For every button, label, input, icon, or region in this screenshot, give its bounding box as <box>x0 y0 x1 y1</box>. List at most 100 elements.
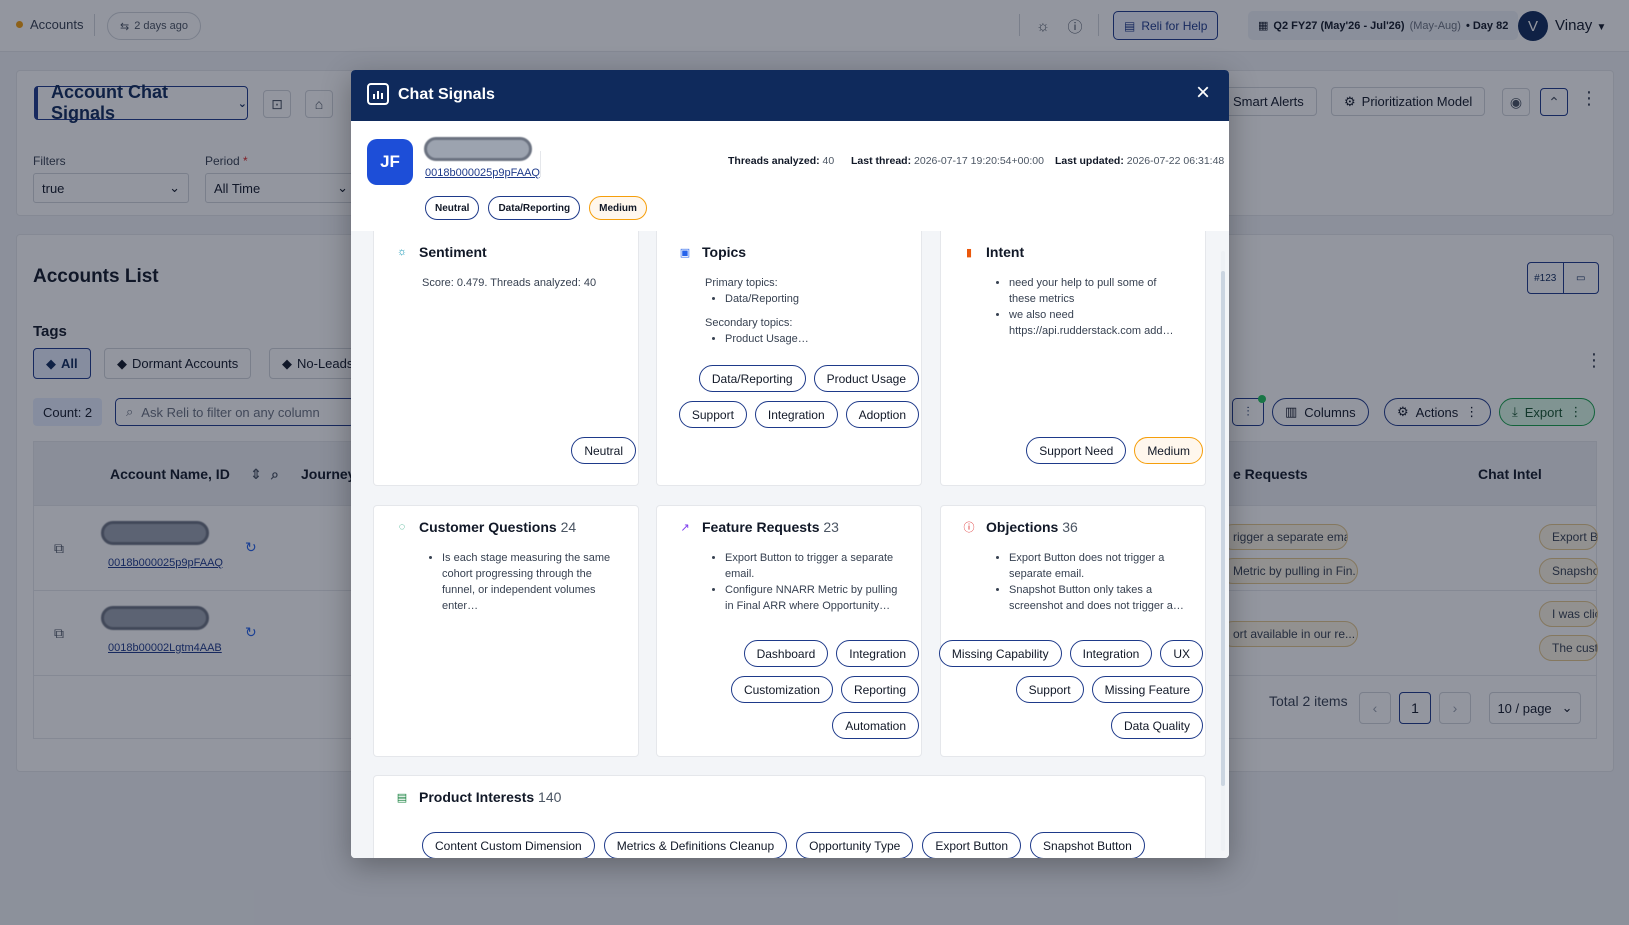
feature-request-item: Configure NNARR Metric by pulling in Fin… <box>725 582 900 614</box>
bar-chart-icon: ▮ <box>965 246 973 259</box>
last-thread: Last thread: 2026-07-17 19:20:54+00:00 <box>851 155 1044 167</box>
objection-item: Snapshot Button only takes a screenshot … <box>1009 582 1184 614</box>
intent-chips: Support Need Medium <box>935 437 1203 464</box>
modal-body[interactable]: ☼ Sentiment Score: 0.479. Threads analyz… <box>351 231 1229 858</box>
alert-icon: ⓘ <box>963 522 975 534</box>
intent-text: need your help to pull some of these met… <box>989 275 1184 339</box>
chip[interactable]: Integration <box>1069 640 1153 667</box>
account-avatar: JF <box>367 139 413 185</box>
chat-chart-icon <box>367 83 389 105</box>
card-title: Topics <box>702 244 747 260</box>
card-title-text: Product Interests <box>419 789 535 805</box>
last-thread-label: Last thread: <box>851 155 912 167</box>
intent-item: we also need https://api.rudderstack.com… <box>1009 307 1184 339</box>
chip[interactable]: Missing Feature <box>1091 676 1203 703</box>
close-icon[interactable]: × <box>1191 81 1215 106</box>
customer-questions-card: ◌ Customer Questions 24 Is each stage me… <box>373 505 639 757</box>
chip[interactable]: UX <box>1160 640 1203 667</box>
chip[interactable]: Adoption <box>845 401 919 428</box>
scrollbar-thumb[interactable] <box>1221 271 1225 786</box>
topics-card: ▣ Topics Primary topics: Data/Reporting … <box>656 231 922 486</box>
feature-request-item: Export Button to trigger a separate emai… <box>725 550 900 582</box>
chip[interactable]: Missing Capability <box>938 640 1062 667</box>
last-updated-value: 2026-07-22 06:31:48 <box>1126 155 1225 167</box>
threads-label: Threads analyzed: <box>728 155 820 167</box>
last-updated: Last updated: 2026-07-22 06:31:48 <box>1055 155 1224 167</box>
chat-bubble-icon: ◌ <box>398 521 406 533</box>
chip[interactable]: Medium <box>1134 437 1203 464</box>
chip[interactable]: Metrics & Definitions Cleanup <box>603 832 788 858</box>
chip[interactable]: Neutral <box>571 437 636 464</box>
badge-intent-level: Medium <box>589 196 647 220</box>
badge-topic: Data/Reporting <box>488 196 581 220</box>
sentiment-chips: Neutral <box>368 437 636 464</box>
chip[interactable]: Support <box>678 401 747 428</box>
chip[interactable]: Data/Reporting <box>698 365 806 392</box>
card-title: Sentiment <box>419 244 487 260</box>
card-title-text: Customer Questions <box>419 519 557 535</box>
chip[interactable]: Support Need <box>1026 437 1127 464</box>
primary-topic: Data/Reporting <box>725 291 900 307</box>
primary-topics-label: Primary topics: <box>705 277 778 289</box>
chip[interactable]: Product Usage <box>813 365 919 392</box>
modal-title: Chat Signals <box>398 86 495 103</box>
sentiment-card: ☼ Sentiment Score: 0.479. Threads analyz… <box>373 231 639 486</box>
modal-header: Chat Signals × <box>351 70 1229 121</box>
threads-value: 40 <box>822 155 835 167</box>
chip[interactable]: Export Button <box>922 832 1022 858</box>
package-icon: ▤ <box>396 791 408 804</box>
topics-text: Primary topics: Data/Reporting Secondary… <box>705 275 900 347</box>
summary-badges: Neutral Data/Reporting Medium <box>425 196 647 220</box>
account-id-link[interactable]: 0018b000025p9pFAAQ <box>425 167 540 179</box>
objections-card: ⓘ Objections 36 Export Button does not t… <box>938 505 1206 757</box>
card-title-text: Feature Requests <box>702 519 820 535</box>
last-updated-label: Last updated: <box>1055 155 1124 167</box>
objections-text: Export Button does not trigger a separat… <box>989 550 1184 614</box>
card-count: 140 <box>538 789 562 805</box>
secondary-topic: Product Usage… <box>725 331 900 347</box>
badge-sentiment: Neutral <box>425 196 480 220</box>
last-thread-value: 2026-07-17 19:20:54+00:00 <box>914 155 1044 167</box>
chip[interactable]: Integration <box>754 401 838 428</box>
intent-item: need your help to pull some of these met… <box>1009 275 1184 307</box>
chip[interactable]: Support <box>1015 676 1084 703</box>
secondary-topics-label: Secondary topics: <box>705 317 793 329</box>
card-title: Customer Questions 24 <box>419 519 576 535</box>
feature-requests-text: Export Button to trigger a separate emai… <box>705 550 900 614</box>
intent-card: ▮ Intent need your help to pull some of … <box>940 231 1206 486</box>
card-count: 24 <box>560 519 577 535</box>
objections-chips: Missing Capability Integration UX Suppor… <box>935 640 1203 739</box>
card-title-text: Objections <box>986 519 1059 535</box>
card-title: Objections 36 <box>986 519 1078 535</box>
topics-chips: Data/Reporting Product Usage Support Int… <box>651 365 919 428</box>
chat-signals-modal: Chat Signals × JF 0018b000025p9pFAAQ Thr… <box>351 70 1229 858</box>
product-interests-chips: Content Custom Dimension Metrics & Defin… <box>422 832 1145 858</box>
chip[interactable]: Customization <box>730 676 833 703</box>
chip[interactable]: Snapshot Button <box>1030 832 1145 858</box>
trend-up-icon: ↗ <box>680 521 690 534</box>
product-interests-card: ▤ Product Interests 140 Content Custom D… <box>373 775 1206 858</box>
redacted-account-name <box>424 137 532 161</box>
account-summary: JF 0018b000025p9pFAAQ Threads analyzed: … <box>351 121 1229 231</box>
chip[interactable]: Content Custom Dimension <box>422 832 595 858</box>
threads-analyzed: Threads analyzed: 40 <box>728 155 834 167</box>
chip[interactable]: Opportunity Type <box>796 832 914 858</box>
objection-item: Export Button does not trigger a separat… <box>1009 550 1184 582</box>
feature-requests-chips: Dashboard Integration Customization Repo… <box>651 640 919 739</box>
sentiment-text: Score: 0.479. Threads analyzed: 40 <box>422 277 597 289</box>
feature-requests-card: ↗ Feature Requests 23 Export Button to t… <box>656 505 922 757</box>
question-item: Is each stage measuring the same cohort … <box>442 550 617 614</box>
chip[interactable]: Integration <box>836 640 919 667</box>
chip[interactable]: Automation <box>832 712 919 739</box>
card-title: Intent <box>986 244 1025 260</box>
chip[interactable]: Dashboard <box>743 640 829 667</box>
chip[interactable]: Data Quality <box>1110 712 1203 739</box>
chip[interactable]: Reporting <box>840 676 919 703</box>
book-icon: ▣ <box>679 246 691 259</box>
divider <box>540 151 541 177</box>
bulb-icon: ☼ <box>396 246 408 258</box>
questions-text: Is each stage measuring the same cohort … <box>422 550 617 614</box>
card-count: 23 <box>823 519 839 535</box>
card-count: 36 <box>1062 519 1078 535</box>
card-title: Feature Requests 23 <box>702 519 839 535</box>
